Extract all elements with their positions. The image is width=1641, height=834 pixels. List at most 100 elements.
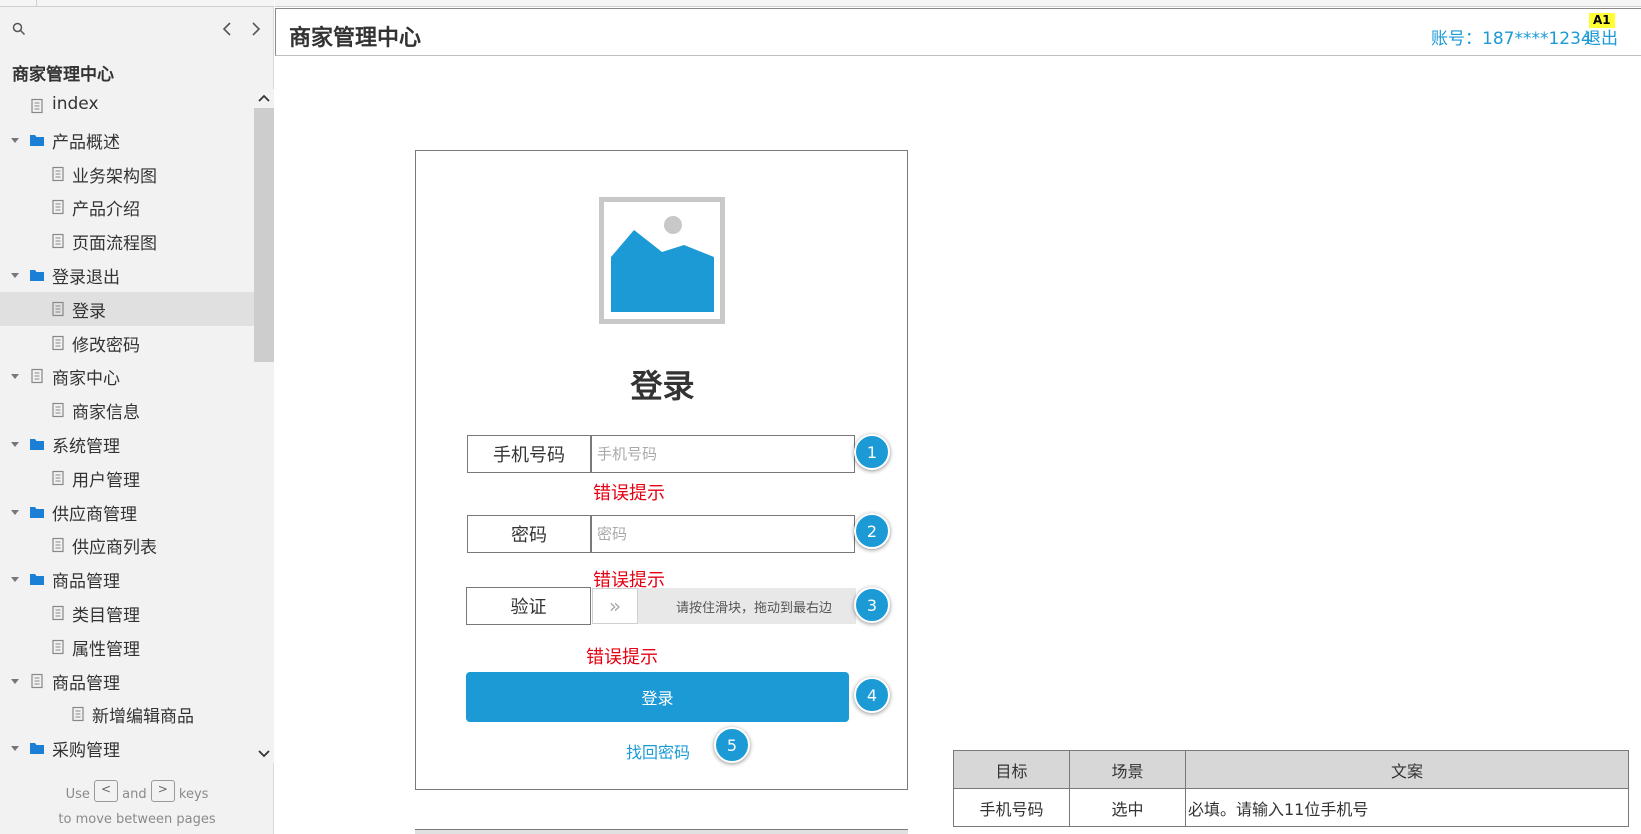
sidebar-item[interactable]: 页面流程图 <box>0 224 254 258</box>
sidebar-item-label: 产品介绍 <box>72 200 140 221</box>
page-icon <box>72 707 84 722</box>
caret-down-icon[interactable] <box>10 135 20 145</box>
sidebar-item-label: 供应商管理 <box>52 504 137 525</box>
sidebar-item[interactable]: 产品概述 <box>0 123 254 157</box>
folder-icon <box>30 438 44 450</box>
folder-icon <box>30 743 44 755</box>
caret-down-icon[interactable] <box>10 574 20 584</box>
prev-key-icon: < <box>94 779 118 802</box>
sidebar-title: 商家管理中心 <box>12 65 114 85</box>
sidebar-item[interactable]: 类目管理 <box>0 596 254 630</box>
table-cell: 必填。请输入11位手机号 <box>1185 788 1629 827</box>
sidebar-item-label: 属性管理 <box>72 639 140 660</box>
table-header-target: 目标 <box>953 750 1070 789</box>
sidebar-item[interactable]: 修改密码 <box>0 326 254 360</box>
chevron-right-icon[interactable] <box>246 18 266 40</box>
sidebar-item-label: 登录 <box>72 301 106 322</box>
page-icon <box>52 200 64 215</box>
spec-table: 目标 场景 文案 手机号码 选中 必填。请输入11位手机号 <box>953 750 1629 827</box>
annotation-badge: A1 <box>1589 13 1615 28</box>
password-label: 密码 <box>467 515 591 553</box>
sidebar-item[interactable]: 登录退出 <box>0 258 254 292</box>
page-icon <box>31 673 43 688</box>
scroll-up-icon[interactable] <box>257 92 271 104</box>
sidebar-item[interactable]: 商品管理 <box>0 562 254 596</box>
slider-text: 请按住滑块，拖动到最右边 <box>676 601 833 616</box>
caret-down-icon[interactable] <box>10 507 20 517</box>
page-icon <box>52 403 64 418</box>
hint-keys: keys <box>178 787 209 802</box>
sidebar-item-label: 业务架构图 <box>72 166 157 187</box>
chevron-left-icon[interactable] <box>217 18 237 40</box>
folder-icon <box>30 574 44 586</box>
sidebar-item-label: 系统管理 <box>52 436 120 457</box>
annotation-marker-4: 4 <box>854 677 890 713</box>
sidebar-item[interactable]: 商品管理 <box>0 664 254 698</box>
sidebar-item[interactable]: 业务架构图 <box>0 157 254 191</box>
sidebar-item-label: 商家中心 <box>52 369 120 390</box>
page-title: 商家管理中心 <box>289 26 422 51</box>
login-button[interactable]: 登录 <box>466 672 849 722</box>
main-canvas: 商家管理中心 账号：187****1234 退出 A1 登录 手机号码 错误提示… <box>275 0 1641 834</box>
sidebar-item[interactable]: 新增编辑商品 <box>0 697 254 731</box>
annotation-marker-5: 5 <box>714 727 750 763</box>
sidebar-item-label: 商品管理 <box>52 673 120 694</box>
page-icon <box>31 369 43 384</box>
sidebar-item[interactable]: 登录 <box>0 291 254 326</box>
table-cell: 手机号码 <box>953 788 1070 827</box>
sidebar-item-label: 登录退出 <box>52 267 120 288</box>
sidebar-item-label: 用户管理 <box>72 470 140 491</box>
keyboard-hint: Use < and > keys to move between pages <box>0 779 274 832</box>
hint-use: Use <box>65 787 90 802</box>
table-cell: 选中 <box>1069 788 1186 827</box>
page-icon <box>31 98 43 114</box>
sidebar-item[interactable]: 商家信息 <box>0 393 254 427</box>
sidebar-item[interactable]: 系统管理 <box>0 427 254 461</box>
folder-icon <box>30 506 44 518</box>
scrollbar-thumb[interactable] <box>254 108 274 362</box>
scroll-down-icon[interactable] <box>257 748 271 760</box>
sidebar-item-label: index <box>52 94 99 114</box>
caret-down-icon[interactable] <box>10 371 20 381</box>
sidebar-item[interactable]: 采购管理 <box>0 731 254 765</box>
next-key-icon: > <box>150 779 175 802</box>
caret-down-icon[interactable] <box>10 439 20 449</box>
slider-handle-icon[interactable]: » <box>592 588 638 624</box>
sidebar-item[interactable]: 供应商列表 <box>0 528 254 562</box>
verify-error: 错误提示 <box>586 647 658 668</box>
sidebar-item[interactable]: 商家中心 <box>0 359 254 393</box>
search-icon[interactable] <box>12 22 26 36</box>
caret-down-icon[interactable] <box>10 270 20 280</box>
slide-verify[interactable]: » 请按住滑块，拖动到最右边 <box>592 588 856 624</box>
phone-input[interactable] <box>591 435 855 473</box>
annotation-marker-3: 3 <box>854 587 890 623</box>
page-icon <box>52 335 64 350</box>
sidebar-item-label: 商品管理 <box>52 572 120 593</box>
caret-down-icon[interactable] <box>10 743 20 753</box>
sidebar-item[interactable]: 属性管理 <box>0 630 254 664</box>
sidebar-item-label: 新增编辑商品 <box>92 707 194 728</box>
forgot-password-link[interactable]: 找回密码 <box>626 739 690 763</box>
sidebar-item[interactable]: 供应商管理 <box>0 495 254 529</box>
sidebar-top-strip <box>0 0 274 7</box>
page-icon <box>52 605 64 621</box>
page-icon <box>52 301 64 316</box>
sidebar-item[interactable]: 产品介绍 <box>0 190 254 224</box>
folder-icon <box>30 269 44 281</box>
folder-icon <box>30 134 44 146</box>
table-header-copy: 文案 <box>1185 750 1629 789</box>
table-row: 手机号码 选中 必填。请输入11位手机号 <box>953 788 1629 827</box>
sidebar-item-label: 商家信息 <box>72 403 140 424</box>
table-header-scene: 场景 <box>1069 750 1186 789</box>
account-label: 账号：187****1234 <box>1431 29 1592 49</box>
sidebar-item[interactable]: 用户管理 <box>0 461 254 495</box>
sidebar-item[interactable]: index <box>0 89 254 123</box>
caret-down-icon[interactable] <box>10 676 20 686</box>
page-header: 商家管理中心 账号：187****1234 退出 A1 <box>275 8 1641 56</box>
sidebar-item-label: 产品概述 <box>52 132 120 153</box>
login-panel: 登录 手机号码 错误提示 密码 错误提示 验证 » 请按住滑块，拖动到最右边 错… <box>415 150 908 790</box>
password-input[interactable] <box>591 515 855 553</box>
main-top-strip <box>275 0 1641 7</box>
page-tree: index 产品概述业务架构图产品介绍页面流程图登录退出登录修改密码商家中心商家信… <box>0 89 254 765</box>
annotation-marker-1: 1 <box>854 434 890 470</box>
